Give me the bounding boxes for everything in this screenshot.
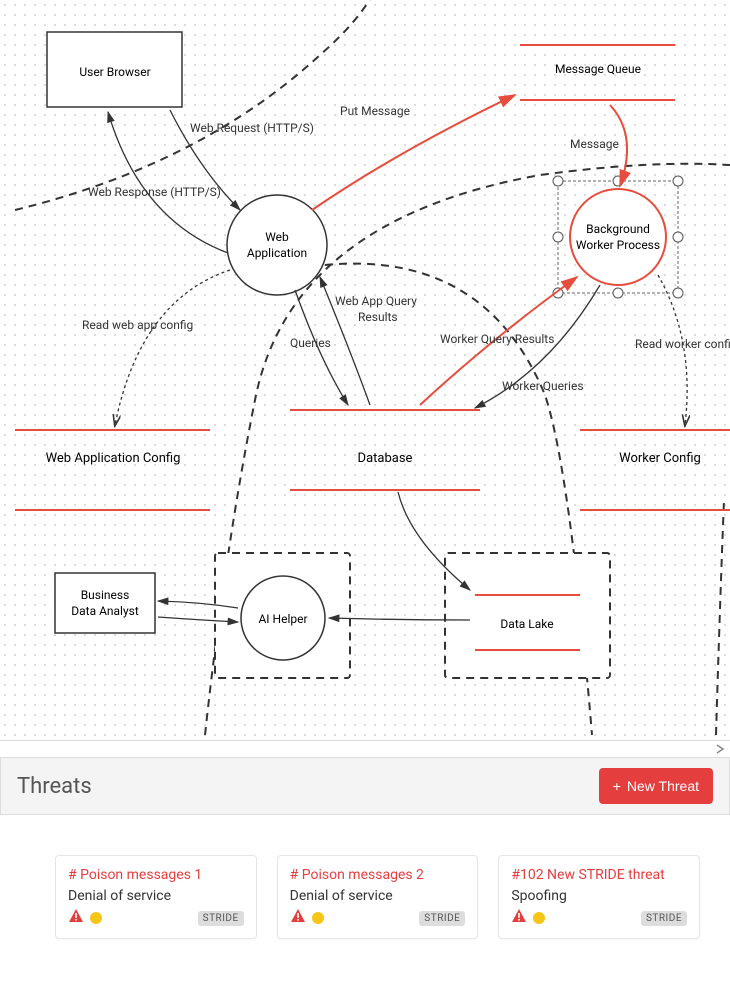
biz-analyst-label-1: Business: [81, 588, 130, 602]
threat-card-title: #102 New STRIDE threat: [511, 866, 687, 884]
sel-handle[interactable]: [673, 232, 683, 242]
stride-badge: STRIDE: [641, 911, 687, 926]
biz-analyst-node[interactable]: [55, 573, 155, 633]
new-threat-label: New Threat: [627, 778, 699, 794]
threat-cards: # Poison messages 1 Denial of service ST…: [0, 815, 730, 969]
threat-card-type: Denial of service: [290, 888, 466, 904]
biz-analyst-label-2: Data Analyst: [71, 604, 139, 618]
edge-web-response-label: Web Response (HTTP/S): [88, 185, 221, 199]
edge-message-label: Message: [570, 137, 619, 151]
msg-queue-label: Message Queue: [555, 62, 641, 76]
edge-put-message-label: Put Message: [340, 104, 410, 118]
threat-card[interactable]: #102 New STRIDE threat Spoofing STRIDE: [498, 855, 700, 939]
web-app-config-label: Web Application Config: [46, 451, 181, 466]
sel-handle[interactable]: [553, 232, 563, 242]
status-dot-icon: [533, 912, 545, 924]
sel-handle[interactable]: [553, 176, 563, 186]
threat-card-type: Denial of service: [68, 888, 244, 904]
edge-read-worker-cfg-label: Read worker config: [635, 337, 730, 351]
edge-read-web-cfg-label: Read web app config: [82, 318, 193, 332]
threats-panel: Threats + New Threat # Poison messages 1…: [0, 740, 730, 969]
threat-card[interactable]: # Poison messages 2 Denial of service ST…: [277, 855, 479, 939]
edge-read-web-cfg[interactable]: [115, 270, 230, 425]
threats-header: Threats + New Threat: [0, 757, 730, 815]
threat-card[interactable]: # Poison messages 1 Denial of service ST…: [55, 855, 257, 939]
sel-handle[interactable]: [673, 288, 683, 298]
warning-icon: [68, 908, 84, 928]
sel-handle[interactable]: [613, 288, 623, 298]
chevron-right-icon: [715, 744, 725, 754]
ai-helper-label: AI Helper: [258, 612, 307, 626]
threat-card-title: # Poison messages 2: [290, 866, 466, 884]
panel-collapse-toggle[interactable]: [0, 741, 730, 757]
stride-badge: STRIDE: [198, 911, 244, 926]
web-app-label-1: Web: [265, 230, 289, 244]
threat-card-type: Spoofing: [511, 888, 687, 904]
sel-handle[interactable]: [673, 176, 683, 186]
warning-icon: [511, 908, 527, 928]
bg-worker-node[interactable]: [570, 189, 666, 285]
user-browser-label: User Browser: [79, 65, 150, 79]
stride-badge: STRIDE: [419, 911, 465, 926]
trust-boundary[interactable]: [716, 500, 724, 735]
worker-config-label: Worker Config: [619, 451, 701, 466]
warning-icon: [290, 908, 306, 928]
threat-card-title: # Poison messages 1: [68, 866, 244, 884]
edge-worker-qr-label: Worker Query Results: [440, 332, 554, 346]
edge-queries-label: Queries: [290, 336, 331, 350]
web-app-label-2: Application: [247, 246, 307, 260]
bg-worker-label-2: Worker Process: [576, 238, 660, 252]
diagram-canvas[interactable]: Message Queue User Browser Web Applicati…: [0, 0, 730, 740]
database-label: Database: [358, 451, 413, 466]
status-dot-icon: [90, 912, 102, 924]
bg-worker-label-1: Background: [586, 222, 650, 236]
new-threat-button[interactable]: + New Threat: [599, 768, 713, 804]
status-dot-icon: [312, 912, 324, 924]
edge-web-app-qr-label-1: Web App Query: [335, 294, 417, 308]
threats-title: Threats: [17, 774, 92, 799]
plus-icon: +: [613, 778, 621, 794]
edge-web-request-label: Web Request (HTTP/S): [190, 121, 314, 135]
edge-web-app-qr-label-2: Results: [358, 310, 398, 324]
edge-worker-queries-label: Worker Queries: [502, 379, 584, 393]
data-lake-label: Data Lake: [500, 617, 553, 631]
data-lake-boundary[interactable]: [445, 553, 610, 678]
